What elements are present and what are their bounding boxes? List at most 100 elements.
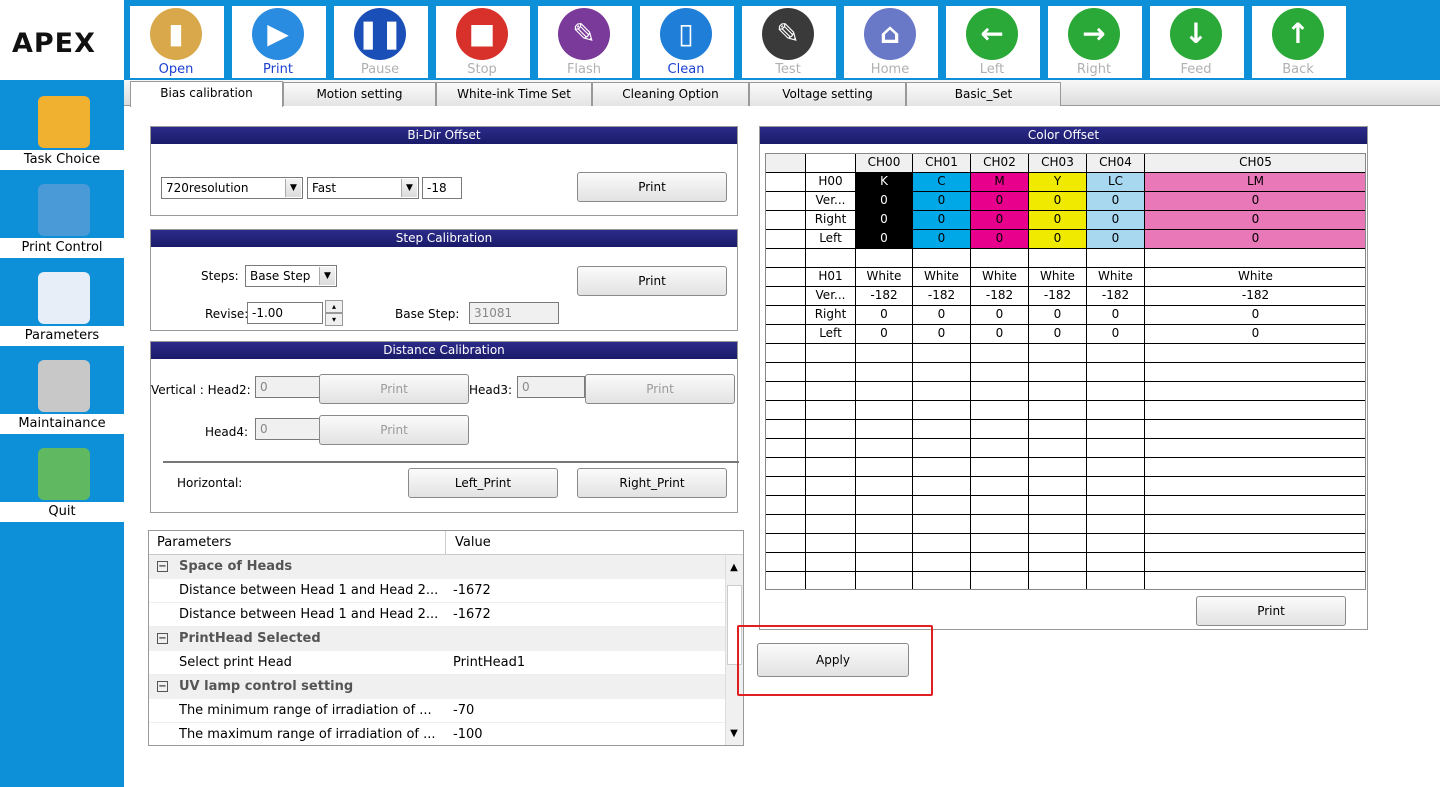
offset-value[interactable]: 0 bbox=[856, 325, 913, 344]
param-row[interactable]: Distance between Head 1 and Head 2... -16… bbox=[149, 603, 727, 627]
offset-value[interactable]: 0 bbox=[913, 325, 971, 344]
head4-print-button[interactable]: Print bbox=[319, 415, 469, 445]
offset-value[interactable]: 0 bbox=[1145, 325, 1365, 344]
offset-value[interactable]: 0 bbox=[971, 325, 1029, 344]
offset-value[interactable]: 0 bbox=[1145, 192, 1365, 211]
sidebar-item-task-choice[interactable]: Task Choice bbox=[0, 88, 124, 176]
offset-value[interactable]: 0 bbox=[856, 230, 913, 249]
toolbar-right-button[interactable]: → Right bbox=[1048, 6, 1142, 78]
chevron-down-icon[interactable]: ▼ bbox=[401, 179, 417, 197]
param-row[interactable]: Distance between Head 1 and Head 2... -16… bbox=[149, 579, 727, 603]
scroll-down-icon[interactable]: ▼ bbox=[727, 727, 741, 741]
offset-value[interactable]: 0 bbox=[856, 306, 913, 325]
offset-value[interactable]: 0 bbox=[856, 192, 913, 211]
offset-value[interactable]: -182 bbox=[913, 287, 971, 306]
offset-value[interactable]: 0 bbox=[1029, 211, 1087, 230]
scroll-up-icon[interactable]: ▲ bbox=[727, 561, 741, 575]
grid-cell bbox=[1029, 515, 1087, 534]
head2-input[interactable]: 0 bbox=[255, 376, 321, 398]
toolbar-left-button[interactable]: ← Left bbox=[946, 6, 1040, 78]
revise-spinner[interactable]: ▴ ▾ bbox=[325, 300, 343, 326]
offset-value[interactable]: 0 bbox=[1029, 230, 1087, 249]
offset-value[interactable]: 0 bbox=[1087, 306, 1145, 325]
sidebar-item-quit[interactable]: Quit bbox=[0, 440, 124, 528]
tab-voltage-setting[interactable]: Voltage setting bbox=[749, 82, 906, 106]
param-value[interactable]: PrintHead1 bbox=[453, 651, 525, 675]
toolbar-feed-button[interactable]: ↓ Feed bbox=[1150, 6, 1244, 78]
chevron-down-icon[interactable]: ▼ bbox=[319, 267, 335, 285]
param-value[interactable]: -1672 bbox=[453, 579, 491, 603]
tab-cleaning-option[interactable]: Cleaning Option bbox=[592, 82, 749, 106]
grid-cell bbox=[856, 401, 913, 420]
toolbar-stop-button[interactable]: ■ Stop bbox=[436, 6, 530, 78]
offset-value[interactable]: 0 bbox=[971, 211, 1029, 230]
bidir-print-button[interactable]: Print bbox=[577, 172, 727, 202]
spin-down-icon[interactable]: ▾ bbox=[325, 313, 343, 326]
color-offset-print-button[interactable]: Print bbox=[1196, 596, 1346, 626]
offset-value[interactable]: 0 bbox=[1145, 230, 1365, 249]
offset-value[interactable]: 0 bbox=[856, 211, 913, 230]
param-row[interactable]: Select print Head PrintHead1 bbox=[149, 651, 727, 675]
collapse-toggle-icon[interactable]: − bbox=[157, 633, 168, 644]
offset-value[interactable]: 0 bbox=[1029, 192, 1087, 211]
toolbar-flash-button[interactable]: ✎ Flash bbox=[538, 6, 632, 78]
offset-value[interactable]: 0 bbox=[1029, 325, 1087, 344]
param-row[interactable]: The maximum range of irradiation of ... -… bbox=[149, 723, 727, 745]
toolbar-pause-button[interactable]: ❚❚ Pause bbox=[334, 6, 428, 78]
offset-value[interactable]: 0 bbox=[913, 230, 971, 249]
param-value[interactable]: -100 bbox=[453, 723, 483, 745]
offset-value[interactable]: 0 bbox=[913, 306, 971, 325]
speed-select[interactable]: Fast ▼ bbox=[307, 177, 419, 199]
revise-input[interactable]: -1.00 bbox=[247, 302, 323, 324]
collapse-toggle-icon[interactable]: − bbox=[157, 561, 168, 572]
offset-value[interactable]: 0 bbox=[1087, 192, 1145, 211]
toolbar-test-button[interactable]: ✎ Test bbox=[742, 6, 836, 78]
offset-value[interactable]: -182 bbox=[1145, 287, 1365, 306]
offset-value[interactable]: 0 bbox=[1087, 230, 1145, 249]
toolbar-clean-button[interactable]: ▯ Clean bbox=[640, 6, 734, 78]
offset-value[interactable]: 0 bbox=[1087, 325, 1145, 344]
offset-value[interactable]: -182 bbox=[971, 287, 1029, 306]
offset-value[interactable]: 0 bbox=[1029, 306, 1087, 325]
toolbar-home-button[interactable]: ⌂ Home bbox=[844, 6, 938, 78]
offset-value[interactable]: 0 bbox=[1145, 211, 1365, 230]
offset-value[interactable]: 0 bbox=[971, 192, 1029, 211]
chevron-down-icon[interactable]: ▼ bbox=[285, 179, 301, 197]
spin-up-icon[interactable]: ▴ bbox=[325, 300, 343, 313]
toolbar-label: Left bbox=[979, 62, 1005, 77]
head3-print-button[interactable]: Print bbox=[585, 374, 735, 404]
head3-input[interactable]: 0 bbox=[517, 376, 585, 398]
left-print-button[interactable]: Left_Print bbox=[408, 468, 558, 498]
sidebar-item-parameters[interactable]: Parameters bbox=[0, 264, 124, 352]
tab-white-ink-time-set[interactable]: White-ink Time Set bbox=[436, 82, 592, 106]
toolbar-open-button[interactable]: ▮ Open bbox=[130, 6, 224, 78]
toolbar-back-button[interactable]: ↑ Back bbox=[1252, 6, 1346, 78]
offset-value[interactable]: -182 bbox=[856, 287, 913, 306]
offset-value[interactable]: 0 bbox=[913, 211, 971, 230]
tab-bias-calibration[interactable]: Bias calibration bbox=[130, 81, 283, 107]
offset-value[interactable]: 0 bbox=[913, 192, 971, 211]
bidir-offset-input[interactable]: -18 bbox=[422, 177, 462, 199]
offset-value[interactable]: -182 bbox=[1029, 287, 1087, 306]
param-row[interactable]: The minimum range of irradiation of ... -… bbox=[149, 699, 727, 723]
param-value[interactable]: -1672 bbox=[453, 603, 491, 627]
offset-value[interactable]: 0 bbox=[971, 230, 1029, 249]
step-print-button[interactable]: Print bbox=[577, 266, 727, 296]
offset-value[interactable]: -182 bbox=[1087, 287, 1145, 306]
offset-value[interactable]: 0 bbox=[971, 306, 1029, 325]
resolution-select[interactable]: 720resolution ▼ bbox=[161, 177, 303, 199]
tab-motion-setting[interactable]: Motion setting bbox=[283, 82, 436, 106]
param-value[interactable]: -70 bbox=[453, 699, 474, 723]
toolbar-print-button[interactable]: ▶ Print bbox=[232, 6, 326, 78]
head2-print-button[interactable]: Print bbox=[319, 374, 469, 404]
sidebar-item-maintainance[interactable]: Maintainance bbox=[0, 352, 124, 440]
grid-cell bbox=[1145, 344, 1365, 363]
head4-input[interactable]: 0 bbox=[255, 418, 321, 440]
tab-basic-set[interactable]: Basic_Set bbox=[906, 82, 1061, 106]
offset-value[interactable]: 0 bbox=[1087, 211, 1145, 230]
collapse-toggle-icon[interactable]: − bbox=[157, 681, 168, 692]
sidebar-item-print-control[interactable]: Print Control bbox=[0, 176, 124, 264]
right-print-button[interactable]: Right_Print bbox=[577, 468, 727, 498]
offset-value[interactable]: 0 bbox=[1145, 306, 1365, 325]
steps-select[interactable]: Base Step ▼ bbox=[245, 265, 337, 287]
